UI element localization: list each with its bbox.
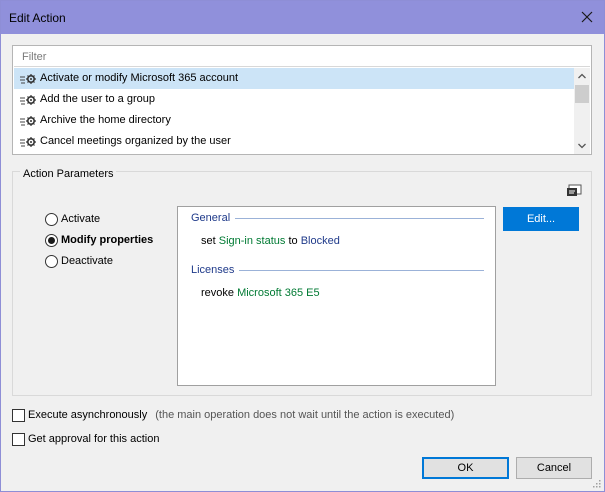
gear-action-icon [20, 115, 36, 126]
license-name: Microsoft 365 E5 [237, 287, 320, 299]
async-checkbox[interactable] [12, 408, 25, 422]
radio-label: Activate [61, 213, 101, 225]
list-item-label: Cancel meetings organized by the user [40, 135, 231, 147]
group-label: Action Parameters [20, 168, 117, 180]
list-item-label: Archive the home directory [40, 114, 171, 126]
resize-grip-icon[interactable] [591, 478, 601, 488]
scroll-thumb[interactable] [575, 85, 589, 103]
close-icon[interactable] [578, 8, 596, 26]
list-item[interactable]: Add the user to a group [14, 89, 574, 110]
radio-button[interactable] [45, 212, 58, 226]
radio-activate[interactable]: Activate [45, 211, 100, 227]
section-licenses: Licenses [191, 264, 484, 276]
approval-label: Get approval for this action [28, 433, 160, 445]
radio-deactivate[interactable]: Deactivate [45, 253, 113, 269]
radio-label: Modify properties [61, 234, 154, 246]
cancel-button[interactable]: Cancel [516, 457, 592, 479]
scroll-down-icon[interactable] [574, 138, 590, 154]
approval-checkbox[interactable] [12, 432, 25, 446]
gear-action-icon [20, 73, 36, 84]
gear-action-icon [20, 94, 36, 105]
async-label: Execute asynchronously [28, 409, 148, 421]
property-name: Sign-in status [218, 235, 286, 247]
get-approval-option[interactable]: Get approval for this action [12, 431, 159, 447]
radio-label: Deactivate [61, 255, 113, 267]
scroll-up-icon[interactable] [574, 68, 590, 84]
dialog-title: Edit Action [9, 11, 66, 25]
list-item-label: Add the user to a group [40, 93, 155, 105]
edit-button[interactable]: Edit... [503, 207, 579, 231]
section-general: General [191, 212, 484, 224]
licenses-property-line: revoke Microsoft 365 E5 [201, 287, 320, 299]
title-bar: Edit Action [1, 1, 604, 34]
radio-button[interactable] [45, 233, 58, 247]
radio-modify-properties[interactable]: Modify properties [45, 232, 153, 248]
list-item[interactable]: Archive the home directory [14, 110, 574, 131]
general-property-line: set Sign-in status to Blocked [201, 235, 340, 247]
radio-button[interactable] [45, 254, 58, 268]
property-value: Blocked [300, 235, 340, 247]
action-list: Activate or modify Microsoft 365 account… [12, 45, 592, 155]
filter-input[interactable] [14, 47, 590, 67]
edit-action-dialog: Edit Action Activate or modify Microsoft… [0, 0, 605, 492]
properties-summary: General set Sign-in status to Blocked Li… [177, 206, 496, 386]
parameters-settings-icon[interactable] [566, 184, 582, 198]
section-heading: Licenses [191, 264, 235, 276]
list-scrollbar[interactable] [574, 68, 590, 154]
action-rows: Activate or modify Microsoft 365 account… [14, 68, 574, 152]
ok-button[interactable]: OK [422, 457, 509, 479]
execute-async-option[interactable]: Execute asynchronously (the main operati… [12, 407, 454, 423]
list-item[interactable]: Cancel meetings organized by the user [14, 131, 574, 152]
gear-action-icon [20, 136, 36, 147]
list-item-label: Activate or modify Microsoft 365 account [40, 72, 239, 84]
async-note: (the main operation does not wait until … [155, 409, 455, 421]
list-item[interactable]: Activate or modify Microsoft 365 account [14, 68, 574, 89]
section-heading: General [191, 212, 231, 224]
